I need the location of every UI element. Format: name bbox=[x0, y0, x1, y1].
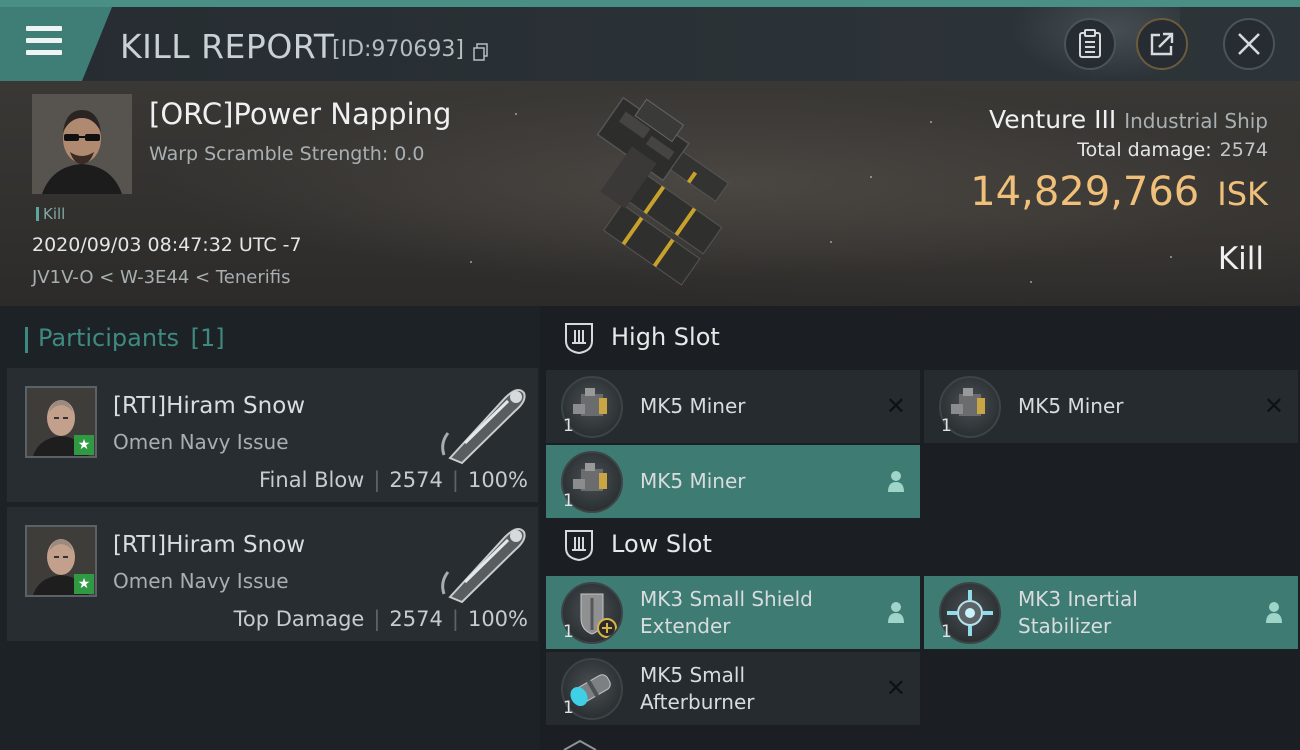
participant-stats: Final Blow | 2574 | 100% bbox=[259, 468, 528, 492]
high-slot-icon bbox=[565, 323, 593, 355]
dropped-person-icon bbox=[888, 471, 904, 492]
total-damage: Total damage: 2574 bbox=[1077, 139, 1268, 161]
low-slot-header: Low Slot bbox=[562, 528, 712, 562]
module-quantity: 1 bbox=[941, 416, 952, 436]
high-slot-header: High Slot bbox=[562, 321, 720, 355]
module-slot[interactable]: 1 MK5 Miner ✕ bbox=[924, 370, 1298, 443]
module-quantity: 1 bbox=[941, 622, 952, 642]
participant-damage: 2574 bbox=[389, 607, 443, 631]
module-slot[interactable]: 1 MK3 Inertial Stabilizer bbox=[924, 576, 1298, 649]
victim-avatar bbox=[32, 94, 132, 194]
participant-name[interactable]: [RTI]Hiram Snow bbox=[113, 393, 305, 419]
clipboard-button[interactable] bbox=[1064, 18, 1116, 70]
participant-row[interactable]: ★ [RTI]Hiram Snow Omen Navy Issue Top Da… bbox=[7, 507, 538, 641]
module-quantity: 1 bbox=[563, 416, 574, 436]
isk-value: 14,829,766 ISK bbox=[970, 169, 1268, 215]
kill-datetime: 2020/09/03 08:47:32 UTC -7 bbox=[32, 234, 302, 256]
warp-scramble-strength: Warp Scramble Strength: 0.0 bbox=[149, 143, 425, 165]
share-button[interactable] bbox=[1136, 18, 1188, 70]
victim-name[interactable]: [ORC]Power Napping bbox=[149, 97, 451, 131]
module-quantity: 1 bbox=[563, 622, 574, 642]
destroyed-x-icon: ✕ bbox=[1263, 392, 1284, 420]
copy-icon[interactable] bbox=[473, 43, 489, 61]
participants-count: [1] bbox=[190, 324, 225, 352]
ship-thumbnail-icon bbox=[441, 388, 526, 465]
header-bar: KILL REPORT [ID:970693] bbox=[0, 7, 1300, 81]
close-button[interactable] bbox=[1223, 18, 1275, 70]
participant-role: Final Blow bbox=[259, 468, 365, 492]
destroyed-x-icon: ✕ bbox=[885, 392, 906, 420]
participants-header: Participants [1] bbox=[25, 324, 225, 353]
total-damage-label: Total damage: bbox=[1077, 139, 1212, 161]
ship-class: Industrial Ship bbox=[1124, 109, 1268, 133]
kill-tag: Kill bbox=[36, 205, 65, 223]
total-damage-value: 2574 bbox=[1219, 139, 1268, 161]
participant-avatar[interactable]: ★ bbox=[25, 386, 97, 458]
participant-ship: Omen Navy Issue bbox=[113, 430, 289, 454]
dropped-person-icon bbox=[1266, 602, 1282, 623]
kill-result: Kill bbox=[1217, 241, 1264, 277]
participant-ship: Omen Navy Issue bbox=[113, 569, 289, 593]
participants-panel: Participants [1] ★ [RTI]Hiram Snow Omen … bbox=[0, 306, 540, 750]
low-slot-icon bbox=[565, 530, 593, 562]
participant-stats: Top Damage | 2574 | 100% bbox=[233, 607, 528, 631]
share-icon bbox=[1150, 32, 1174, 56]
module-slot[interactable]: 1 MK5 Miner ✕ bbox=[546, 370, 920, 443]
participant-damage: 2574 bbox=[389, 468, 443, 492]
top-accent-line bbox=[0, 0, 1300, 7]
destroyed-x-icon: ✕ bbox=[885, 674, 906, 702]
ship-thumbnail-icon bbox=[441, 527, 526, 604]
high-slot-label: High Slot bbox=[611, 323, 720, 351]
kill-summary-banner: [ORC]Power Napping Warp Scramble Strengt… bbox=[0, 81, 1300, 306]
module-name: MK5 Miner bbox=[640, 394, 746, 418]
next-section-icon bbox=[563, 739, 597, 750]
hamburger-icon bbox=[26, 25, 64, 55]
close-icon bbox=[1238, 33, 1260, 55]
isk-unit: ISK bbox=[1217, 175, 1268, 213]
module-name: MK5 Small Afterburner bbox=[640, 663, 755, 714]
module-quantity: 1 bbox=[563, 491, 574, 511]
clipboard-icon bbox=[1079, 29, 1101, 58]
dropped-person-icon bbox=[888, 602, 904, 623]
participant-percent: 100% bbox=[467, 607, 528, 631]
participant-avatar[interactable]: ★ bbox=[25, 525, 97, 597]
corp-star-icon: ★ bbox=[74, 574, 94, 594]
report-id: [ID:970693] bbox=[332, 37, 464, 62]
module-name: MK3 Inertial Stabilizer bbox=[1018, 587, 1138, 638]
corp-star-icon: ★ bbox=[74, 435, 94, 455]
ship-name-text: Venture III bbox=[989, 105, 1117, 134]
participant-percent: 100% bbox=[467, 468, 528, 492]
module-name: MK5 Miner bbox=[1018, 394, 1124, 418]
kill-location[interactable]: JV1V-O < W-3E44 < Tenerifis bbox=[32, 267, 290, 288]
module-slot[interactable]: 1 MK5 Miner bbox=[546, 445, 920, 518]
low-slot-label: Low Slot bbox=[611, 530, 712, 558]
module-name: MK3 Small Shield Extender bbox=[640, 587, 813, 638]
module-name: MK5 Miner bbox=[640, 469, 746, 493]
victim-portrait[interactable] bbox=[32, 94, 132, 194]
ship-render bbox=[596, 96, 729, 286]
participant-row[interactable]: ★ [RTI]Hiram Snow Omen Navy Issue Final … bbox=[7, 368, 538, 502]
module-quantity: 1 bbox=[563, 698, 574, 718]
ship-name[interactable]: Venture III Industrial Ship bbox=[989, 105, 1268, 134]
participant-role: Top Damage bbox=[233, 607, 365, 631]
menu-button[interactable] bbox=[0, 7, 112, 81]
module-slot[interactable]: 1 MK3 Small Shield Extender bbox=[546, 576, 920, 649]
participant-name[interactable]: [RTI]Hiram Snow bbox=[113, 532, 305, 558]
fitting-panel: High Slot 1 MK5 Miner ✕ 1 MK5 Miner ✕ 1 … bbox=[540, 306, 1300, 750]
participants-label: Participants bbox=[38, 324, 179, 352]
isk-amount: 14,829,766 bbox=[970, 169, 1200, 215]
page-title: KILL REPORT bbox=[120, 27, 335, 66]
module-slot[interactable]: 1 MK5 Small Afterburner ✕ bbox=[546, 652, 920, 725]
